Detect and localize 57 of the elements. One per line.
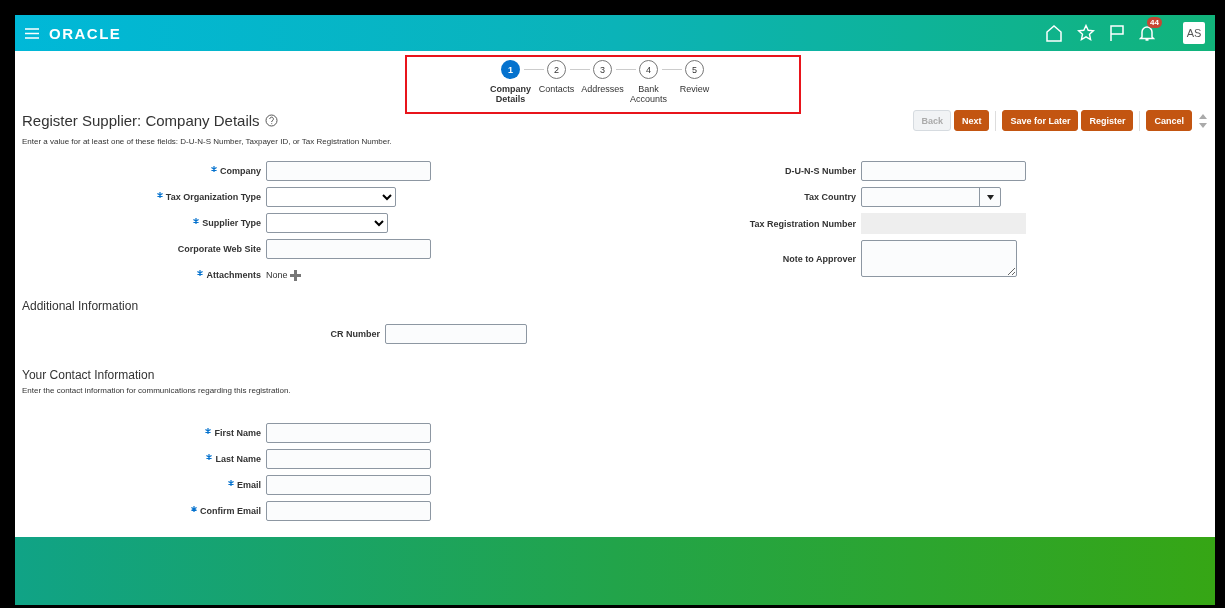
text-field[interactable] [266,501,431,521]
page-title: Register Supplier: Company Details [22,112,260,129]
field-label: Note to Approver [782,253,856,264]
step-circle[interactable]: 1 [501,60,520,79]
text-field[interactable] [266,161,431,181]
combo-field[interactable] [861,187,1001,207]
caret-icon [986,194,994,200]
scroll-arrows-icon[interactable] [1199,112,1207,129]
attachments-value: None [266,270,288,280]
text-field[interactable] [266,423,431,443]
field-label: Attachments [206,270,261,280]
field-label: Corporate Web Site [177,244,261,254]
section-description: Enter the contact information for communications regarding this registration. [22,386,292,395]
dropdown-field[interactable] [266,187,396,207]
step-label[interactable]: Review [679,84,710,94]
text-field[interactable] [266,239,431,259]
action-button[interactable]: Register [1081,110,1134,131]
home-icon[interactable] [1045,24,1063,42]
star-icon[interactable] [1077,24,1095,42]
step-circle[interactable]: 3 [593,60,612,79]
help-icon[interactable] [264,114,278,127]
instruction-text: Enter a value for at least one of these fields: D-U-N-S Number, Taxpayer ID, or Tax Registration Number. [22,137,393,146]
step-circle[interactable]: 2 [547,60,566,79]
text-field[interactable] [266,449,431,469]
dropdown-field[interactable] [266,213,388,233]
step-label[interactable]: Bank Accounts [625,84,672,104]
field-label: Email [237,480,261,490]
field-label: Company [220,166,261,176]
action-button[interactable]: Next [953,110,990,131]
menu-icon[interactable] [25,27,39,39]
step-label[interactable]: Contacts [538,84,575,94]
text-field[interactable] [266,475,431,495]
bell-icon[interactable] [1139,24,1155,42]
step-label[interactable]: Company Details [487,84,534,104]
field-label: Last Name [215,454,261,464]
field-label: Tax Country [804,192,856,202]
field-label: Tax Registration Number [749,218,856,229]
text-field[interactable] [385,324,527,344]
flag-icon[interactable] [1109,24,1125,42]
step-circle[interactable]: 5 [685,60,704,79]
step-label[interactable]: Addresses [581,84,624,94]
field-label: Tax Organization Type [165,192,261,202]
text-area[interactable] [861,240,1017,277]
field-label: Supplier Type [202,218,261,228]
add-icon[interactable] [289,269,301,281]
step-circle[interactable]: 4 [639,60,658,79]
action-button[interactable]: Cancel [1146,110,1192,131]
section-heading: Your Contact Information [22,368,156,382]
user-avatar[interactable]: AS [1183,22,1205,44]
field-label: Confirm Email [200,506,261,516]
field-label: First Name [214,428,261,438]
text-field[interactable] [861,161,1026,181]
field-label: D-U-N-S Number [785,166,856,176]
field-label: CR Number [330,329,380,339]
notification-badge: 44 [1147,17,1162,28]
action-button[interactable]: Save for Later [1002,110,1079,131]
section-heading: Additional Information [22,299,140,313]
